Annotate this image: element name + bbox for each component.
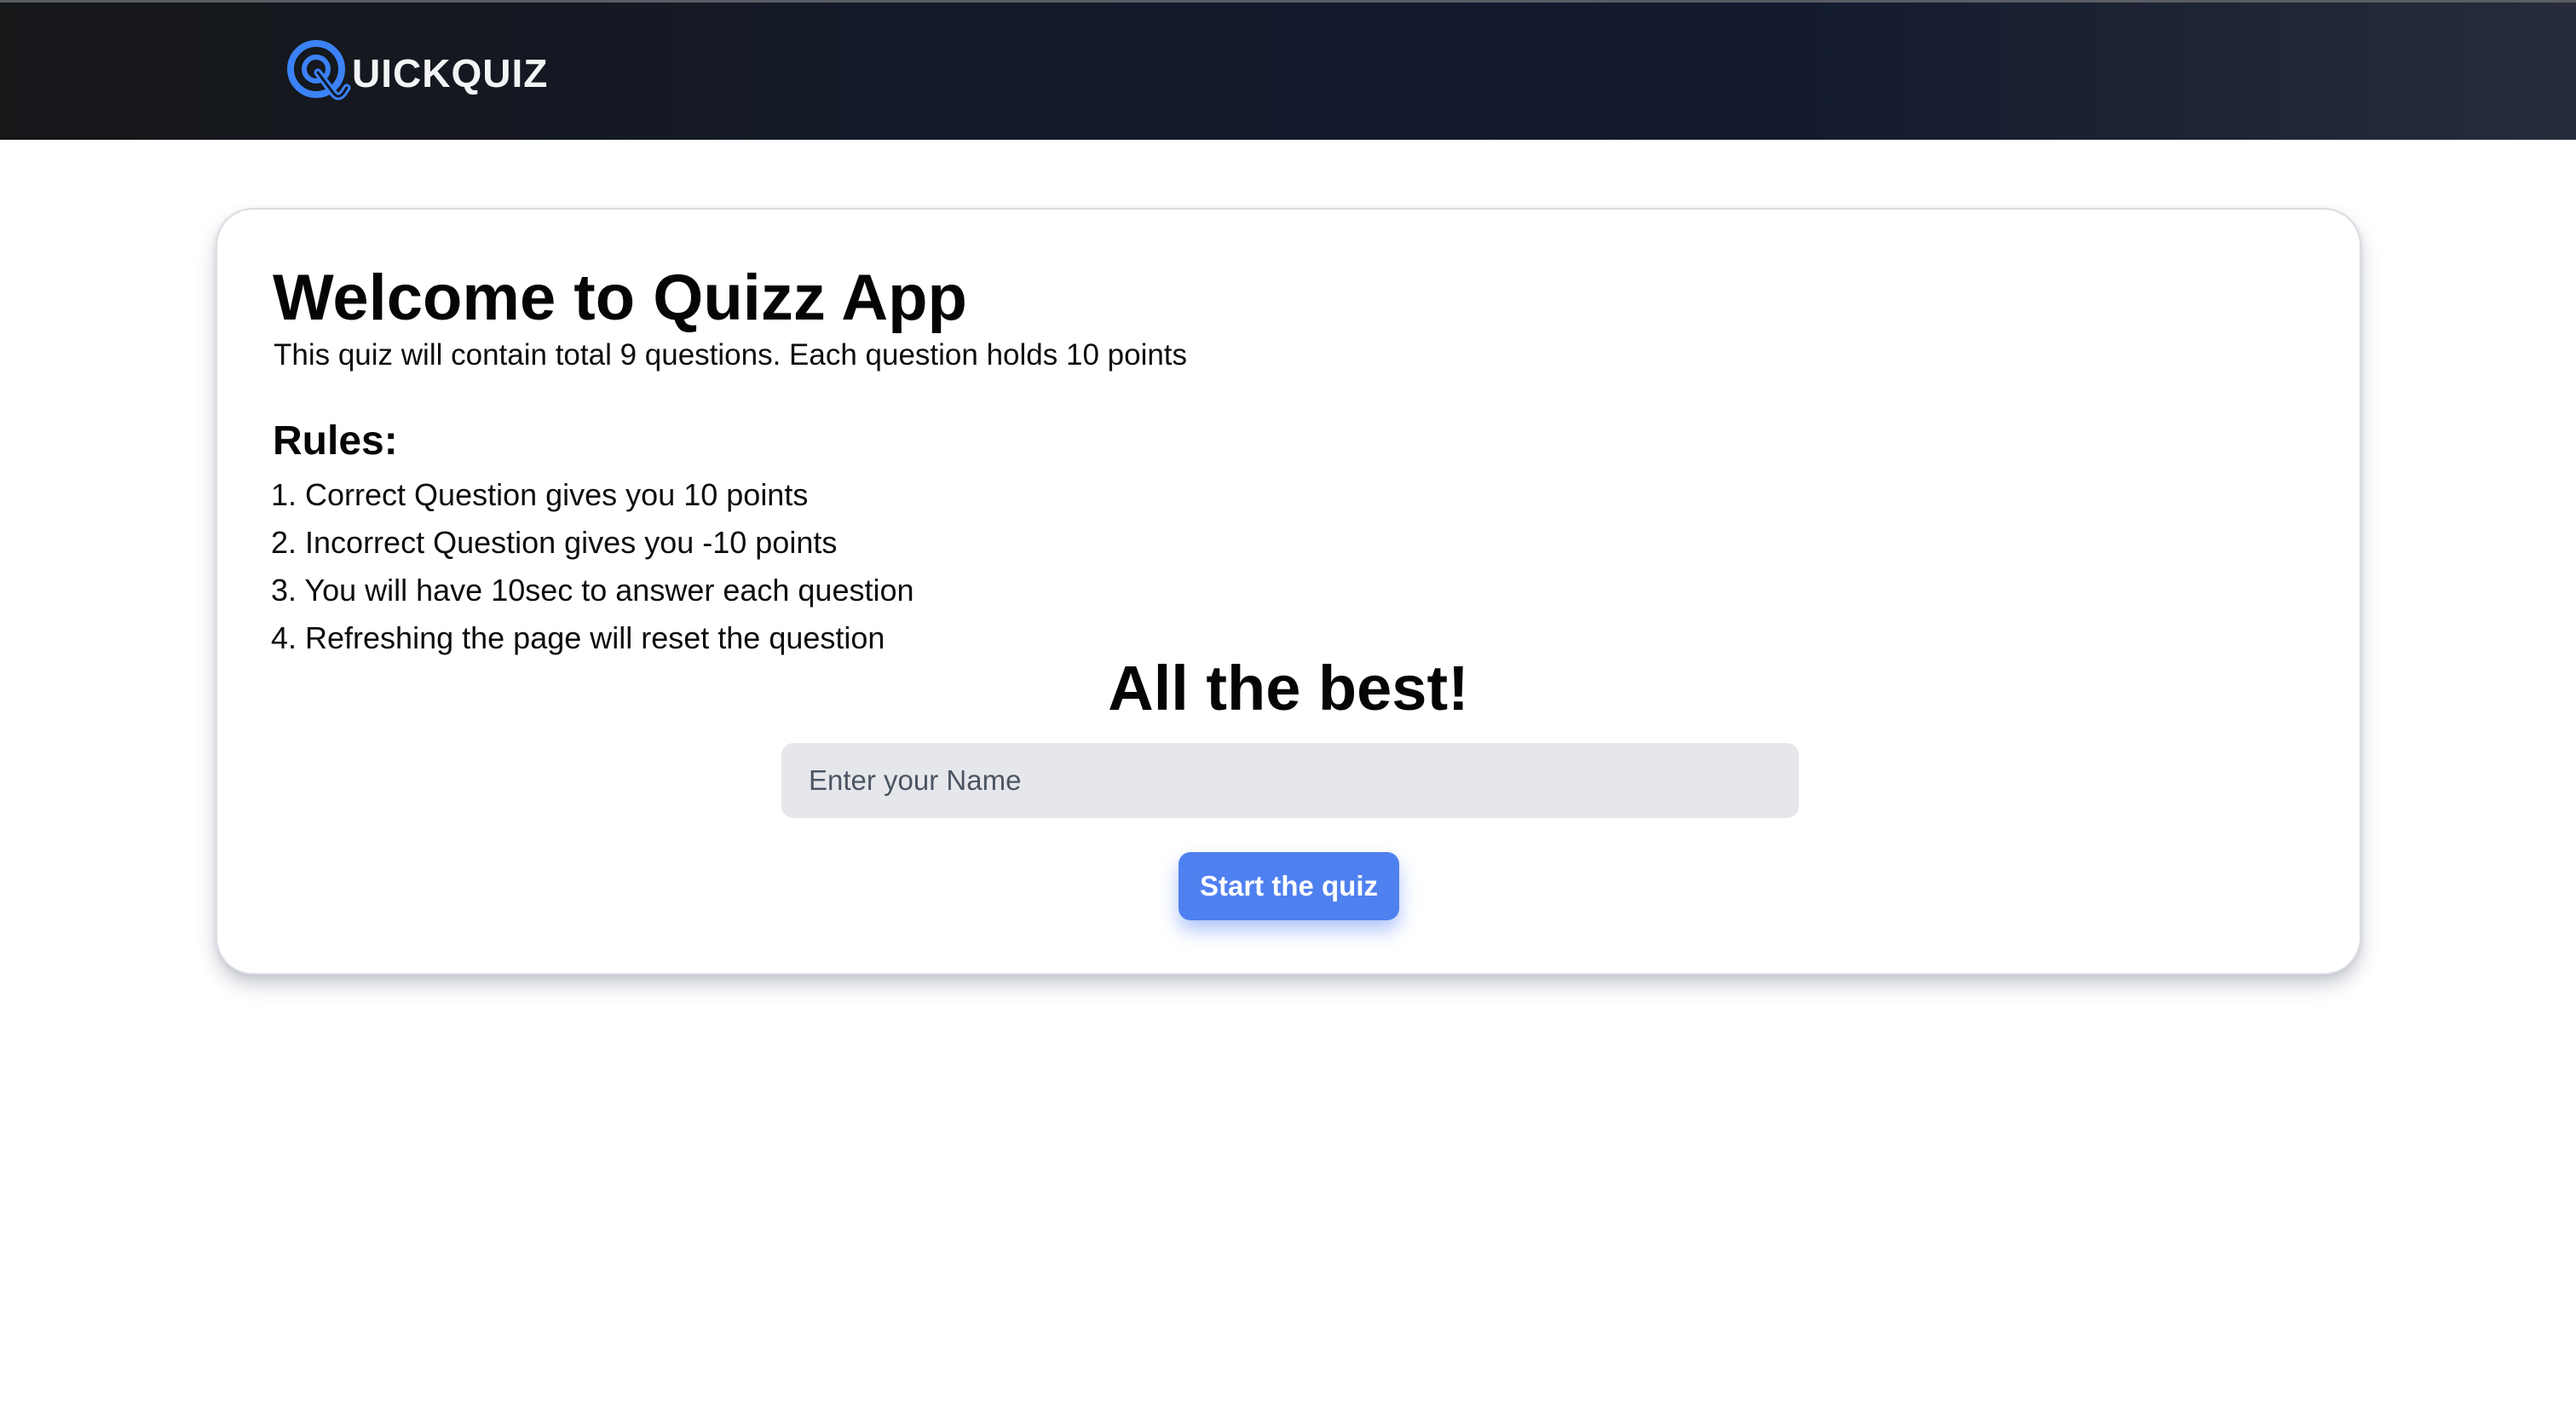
brand-name: UICKQUIZ bbox=[352, 51, 549, 95]
rule-item: 1. Correct Question gives you 10 points bbox=[271, 477, 809, 512]
brand-logo-link[interactable]: UICKQUIZ bbox=[284, 33, 548, 110]
quiz-description: This quiz will contain total 9 questions… bbox=[274, 338, 1188, 372]
rule-item: 3. You will have 10sec to answer each qu… bbox=[271, 573, 914, 608]
name-input[interactable] bbox=[781, 743, 1799, 818]
top-navbar: UICKQUIZ bbox=[0, 0, 2576, 140]
rules-heading: Rules: bbox=[273, 418, 398, 464]
page-title: Welcome to Quizz App bbox=[273, 262, 967, 334]
quiz-welcome-card: Welcome to Quizz App This quiz will cont… bbox=[216, 208, 2361, 975]
rule-item: 2. Incorrect Question gives you -10 poin… bbox=[271, 525, 838, 560]
quickquiz-q-logo-icon bbox=[287, 40, 351, 101]
rules-list: 1. Correct Question gives you 10 points … bbox=[271, 471, 914, 662]
start-quiz-button[interactable]: Start the quiz bbox=[1179, 852, 1399, 920]
all-the-best-heading: All the best! bbox=[1108, 653, 1469, 723]
